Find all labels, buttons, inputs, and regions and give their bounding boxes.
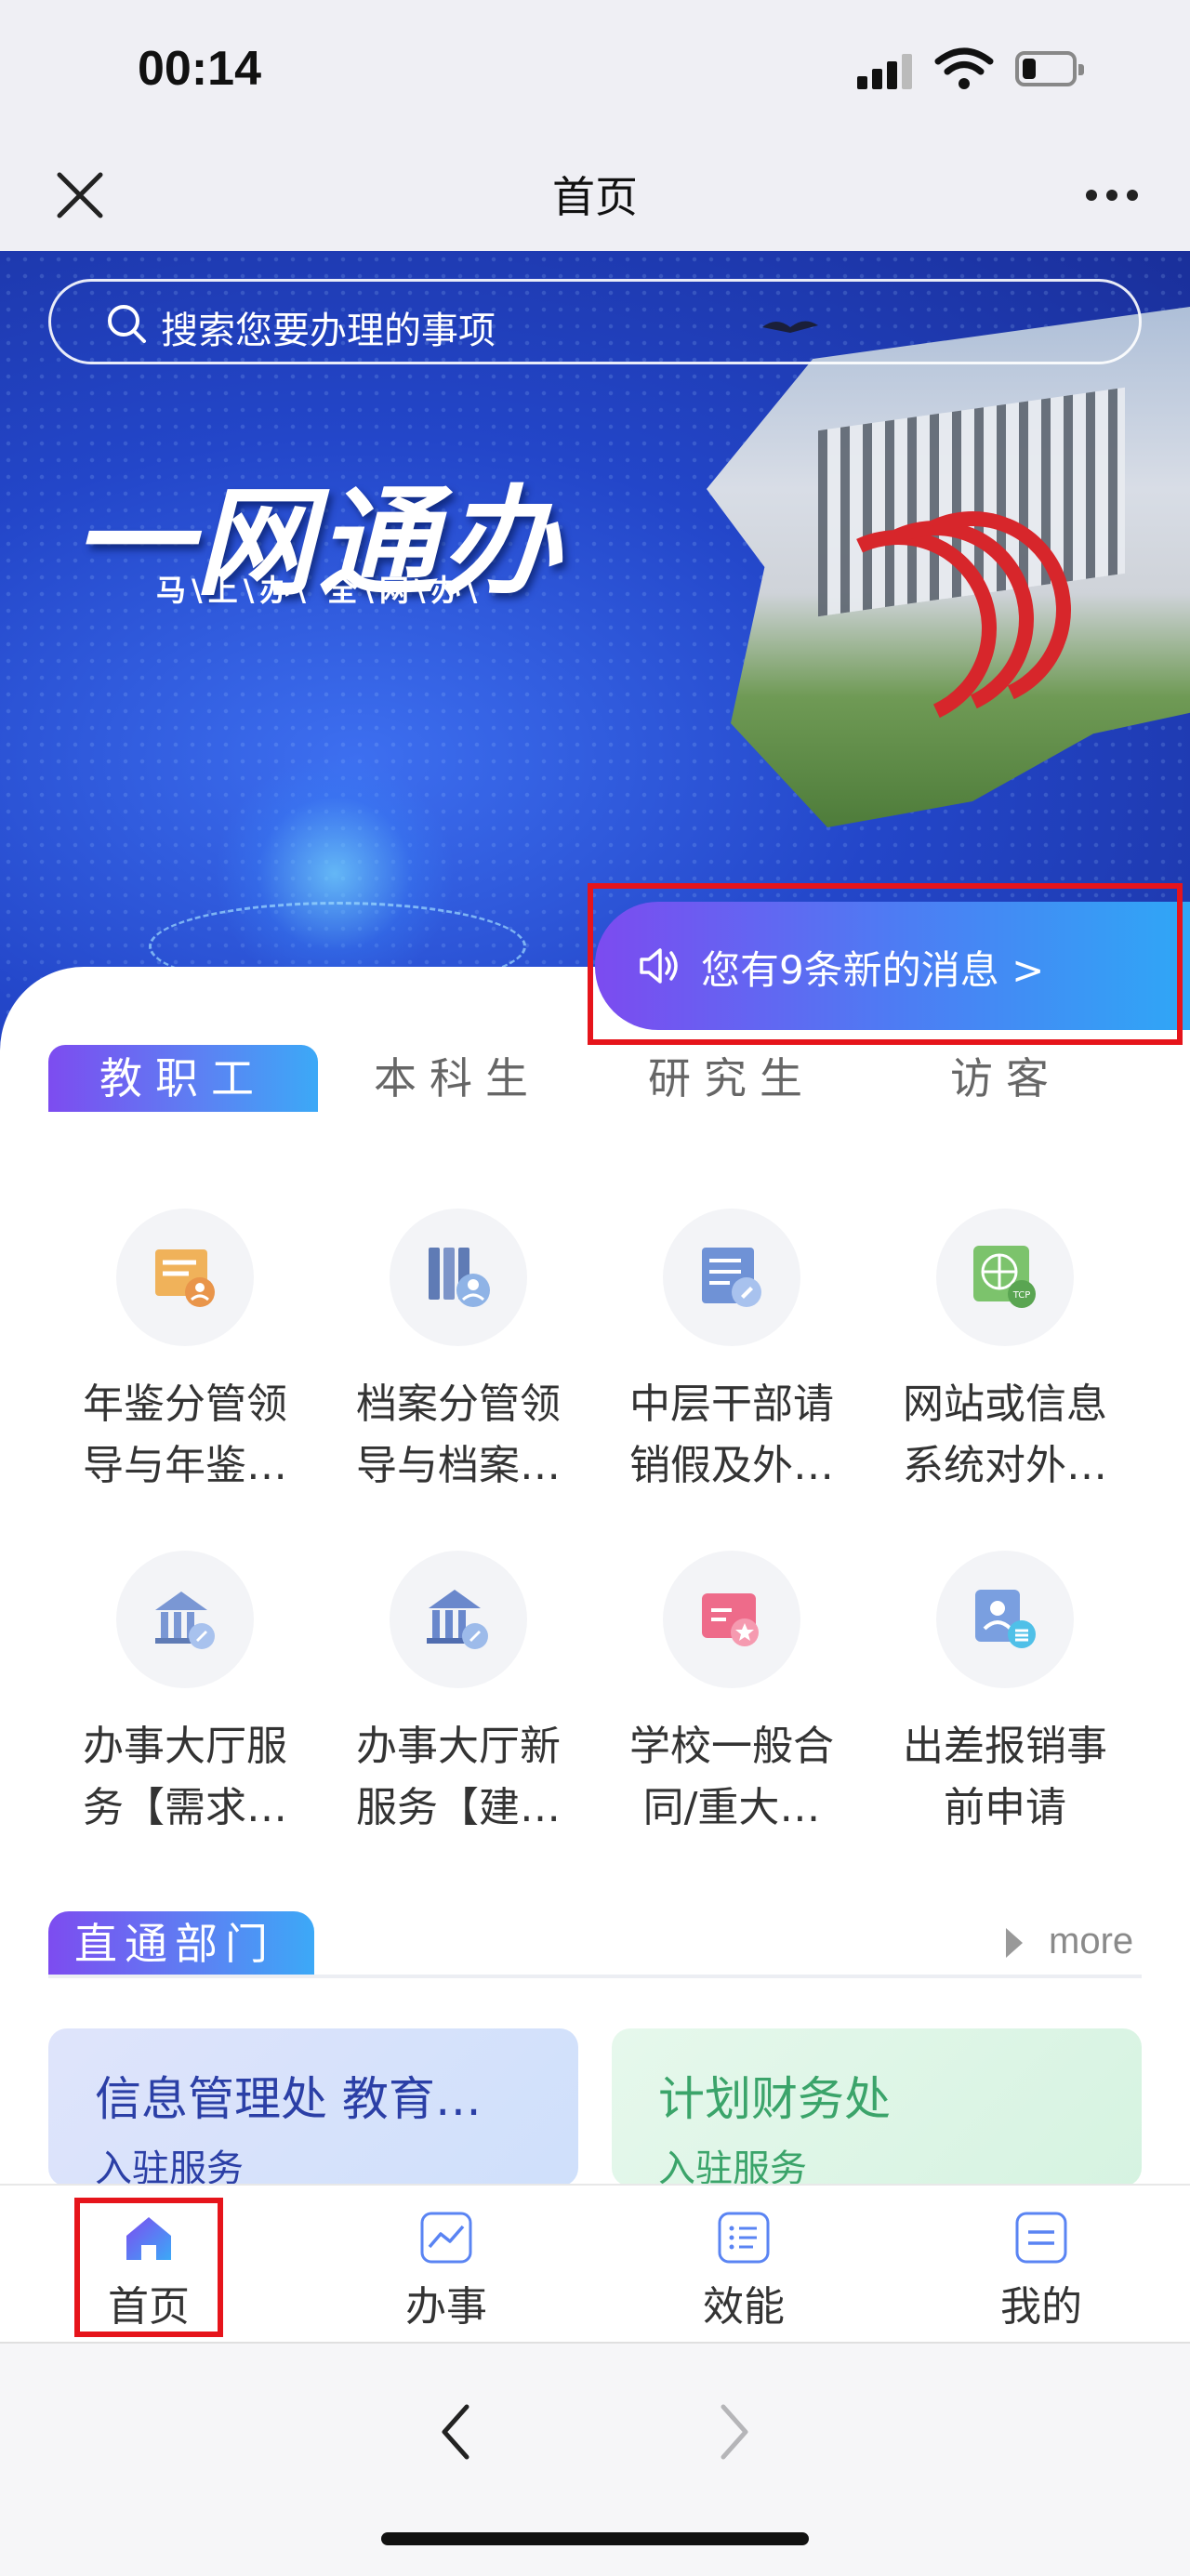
highlight-box-home	[74, 2198, 223, 2337]
service-label: 网站或信息 系统对外…	[903, 1380, 1107, 1489]
status-time: 00:14	[138, 42, 261, 96]
tabbar-efficiency[interactable]: 效能	[595, 2186, 892, 2344]
service-label: 中层干部请 销假及外…	[629, 1380, 834, 1489]
cellular-signal-icon	[857, 52, 917, 89]
service-item[interactable]: 出差报销事 前申请	[868, 1551, 1142, 1839]
department-card[interactable]: 信息管理处 教育… 入驻服务	[48, 2028, 578, 2190]
yearbook-icon	[116, 1209, 254, 1346]
battery-icon	[1015, 51, 1084, 86]
service-label: 办事大厅服 务【需求…	[83, 1723, 287, 1831]
department-title: 信息管理处 教育…	[95, 2072, 482, 2126]
chart-icon	[420, 2212, 472, 2264]
service-item[interactable]: 中层干部请 销假及外…	[595, 1209, 868, 1497]
page-title: 首页	[552, 172, 638, 222]
section-title: 直通部门	[48, 1911, 314, 1976]
navigation-bar: 首页	[0, 139, 1190, 251]
service-label: 学校一般合 同/重大…	[629, 1723, 834, 1831]
back-arrow-icon[interactable]	[430, 2398, 482, 2466]
service-label: 年鉴分管领 导与年鉴…	[83, 1380, 287, 1489]
service-item[interactable]: 办事大厅服 务【需求…	[48, 1551, 322, 1839]
service-label: 出差报销事 前申请	[903, 1723, 1107, 1831]
more-link[interactable]: more	[1002, 1921, 1133, 1962]
department-title: 计划财务处	[658, 2072, 891, 2126]
more-options-icon[interactable]	[1078, 184, 1153, 206]
tab-undergraduate[interactable]: 本科生	[323, 1045, 592, 1112]
service-hall-new-icon	[390, 1551, 527, 1688]
tabbar-profile[interactable]: 我的	[892, 2186, 1190, 2344]
section-divider	[48, 1975, 1142, 1978]
tabbar-label: 我的	[1000, 2283, 1082, 2331]
department-card[interactable]: 计划财务处 入驻服务	[612, 2028, 1142, 2190]
tab-visitor[interactable]: 访客	[871, 1045, 1141, 1112]
home-indicator	[381, 2532, 809, 2545]
status-bar: 00:14	[0, 0, 1190, 139]
service-item[interactable]: 学校一般合 同/重大…	[595, 1551, 868, 1839]
search-icon	[108, 305, 146, 343]
travel-reimburse-icon	[936, 1551, 1074, 1688]
banner-subtitle: 马\上\办\ 全\网\办\	[156, 573, 483, 608]
service-item[interactable]: 年鉴分管领 导与年鉴…	[48, 1209, 322, 1497]
forward-arrow-icon[interactable]	[708, 2398, 760, 2466]
service-item[interactable]: 档案分管领 导与档案…	[322, 1209, 595, 1497]
service-item[interactable]: TCP 网站或信息 系统对外…	[868, 1209, 1142, 1497]
profile-icon	[1015, 2212, 1067, 2264]
leave-request-icon	[663, 1209, 800, 1346]
search-input[interactable]: 搜索您要办理的事项	[48, 279, 1142, 364]
archive-icon	[390, 1209, 527, 1346]
tab-staff[interactable]: 教职工	[48, 1045, 318, 1112]
highlight-box-notice	[588, 883, 1183, 1045]
contract-icon	[663, 1551, 800, 1688]
network-tcp-icon: TCP	[936, 1209, 1074, 1346]
tab-graduate[interactable]: 研究生	[597, 1045, 866, 1112]
tabbar-label: 效能	[703, 2283, 785, 2331]
service-item[interactable]: 办事大厅新 服务【建…	[322, 1551, 595, 1839]
wifi-icon	[934, 47, 994, 89]
list-icon	[718, 2212, 770, 2264]
service-label: 档案分管领 导与档案…	[356, 1380, 561, 1489]
svg-text:TCP: TCP	[1012, 1290, 1031, 1301]
service-hall-icon	[116, 1551, 254, 1688]
tabbar-label: 办事	[405, 2283, 487, 2331]
service-label: 办事大厅新 服务【建…	[356, 1723, 561, 1831]
user-role-tabs: 教职工 本科生 研究生 访客	[48, 1045, 1142, 1112]
tabbar-tasks[interactable]: 办事	[298, 2186, 595, 2344]
search-placeholder: 搜索您要办理的事项	[161, 310, 496, 352]
